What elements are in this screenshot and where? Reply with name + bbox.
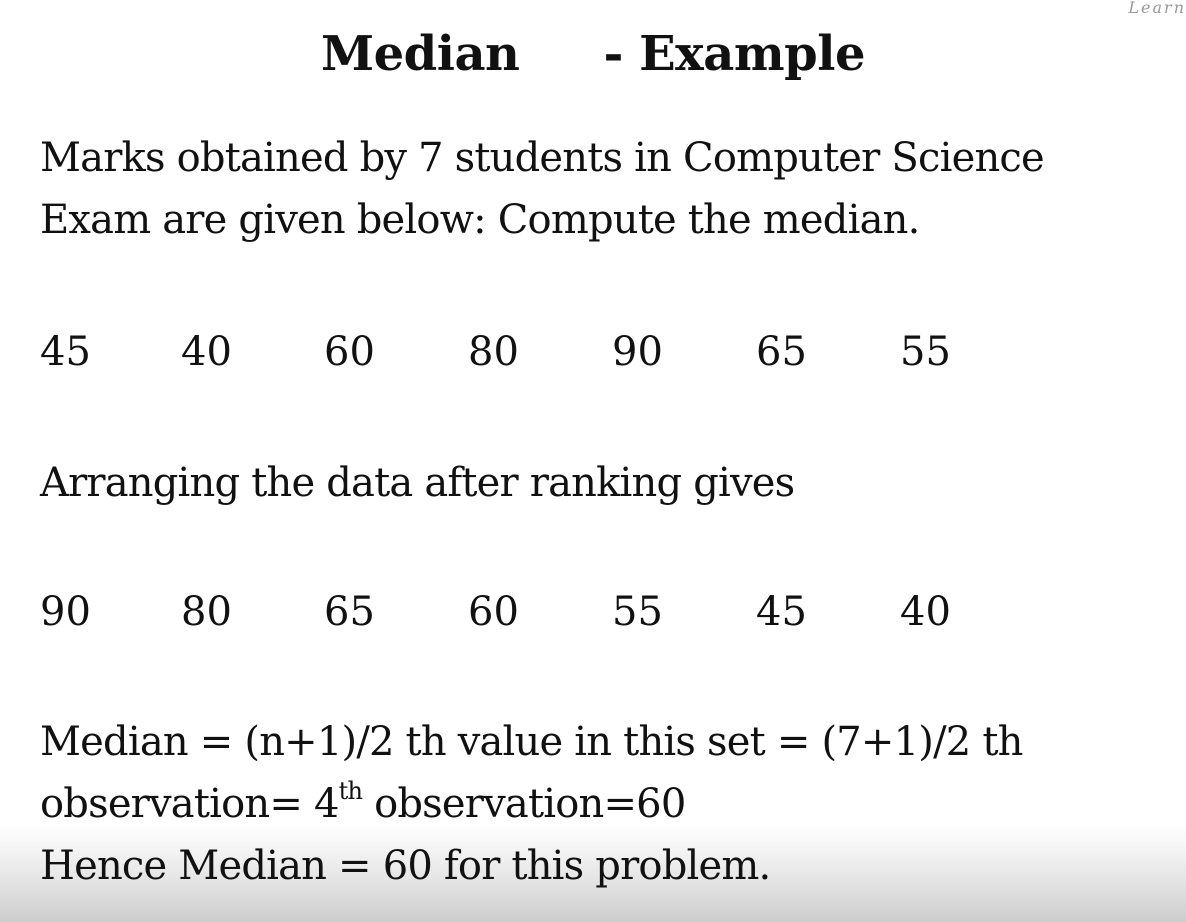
observation-suffix: observation=60 [362,781,686,827]
observation-line: observation= 4th observation=60 [40,776,686,830]
median-formula-line: Median = (n+1)/2 th value in this set = … [40,719,1023,765]
mark-value: 65 [756,329,807,375]
mark-value: 90 [612,329,663,375]
mark-value: 40 [181,329,232,375]
conclusion-line: Hence Median = 60 for this problem. [40,843,771,889]
arranging-text: Arranging the data after ranking gives [40,460,795,506]
mark-value: 55 [900,329,951,375]
ranked-value: 45 [756,589,807,635]
ranked-value: 40 [900,589,951,635]
title-example: - Example [603,26,866,82]
ordinal-superscript: th [338,776,363,805]
ranked-value: 80 [181,589,232,635]
corner-watermark-text: Learn [1128,0,1186,17]
page-title: Median - Example [0,26,1186,82]
ranked-value: 55 [612,589,663,635]
title-median: Median [320,26,520,82]
problem-line-2: Exam are given below: Compute the median… [40,197,920,243]
mark-value: 80 [468,329,519,375]
ranked-value: 65 [324,589,375,635]
problem-line-1: Marks obtained by 7 students in Computer… [40,135,1045,181]
mark-value: 45 [40,329,91,375]
ranked-value: 90 [40,589,91,635]
observation-prefix: observation= 4 [40,781,339,827]
ranked-value: 60 [468,589,519,635]
mark-value: 60 [324,329,375,375]
